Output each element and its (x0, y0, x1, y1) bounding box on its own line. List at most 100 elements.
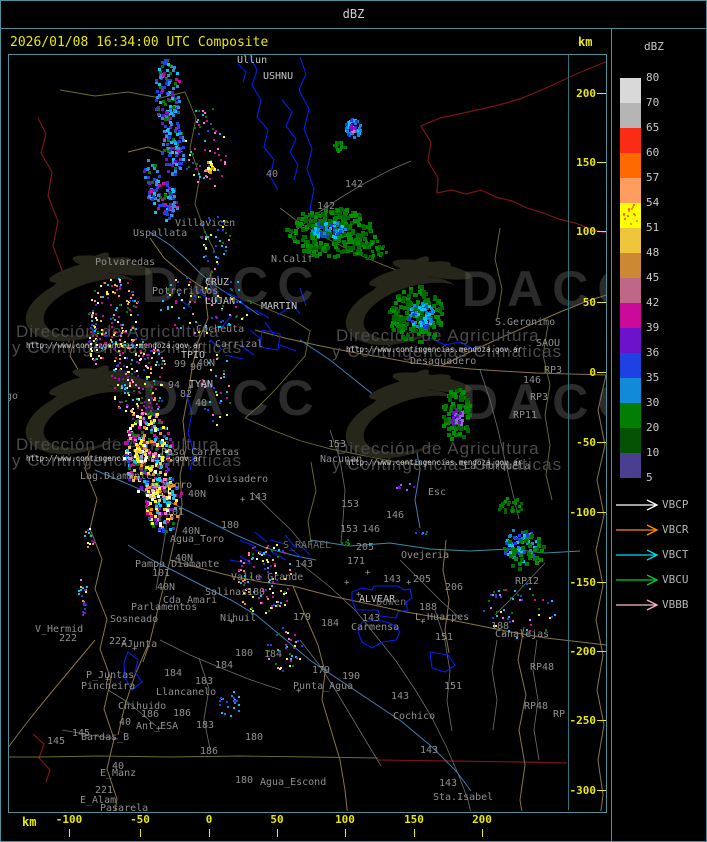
right-axis-label: 50 (582, 296, 596, 309)
colorbar-speckle (626, 214, 629, 217)
colorbar-segment (620, 103, 641, 128)
vector-legend-row: VBCU (614, 572, 706, 586)
bottom-axis-tick (482, 829, 483, 837)
colorbar-label: 48 (646, 246, 660, 259)
bottom-axis-tick (277, 829, 278, 837)
right-axis-label: -50 (576, 436, 596, 449)
colorbar-speckle (623, 213, 626, 216)
colorbar-label: 39 (646, 321, 660, 334)
colorbar-label: 45 (646, 271, 660, 284)
right-axis-label: -100 (569, 506, 597, 519)
colorbar-label: 10 (646, 446, 660, 459)
right-axis-label: 0 (589, 366, 596, 379)
right-axis-label: -250 (569, 714, 597, 727)
colorbar-label: 54 (646, 196, 660, 209)
bottom-axis-label: 150 (404, 813, 424, 826)
colorbar-label: 70 (646, 96, 660, 109)
bottom-axis-label: -100 (55, 813, 83, 826)
vector-label: VBCU (662, 573, 689, 586)
colorbar-segment (620, 153, 641, 178)
colorbar-segment (620, 303, 641, 328)
colorbar-segment (620, 428, 641, 453)
colorbar-label: 36 (646, 346, 660, 359)
colorbar-speckle (628, 210, 631, 213)
colorbar-label: 60 (646, 146, 660, 159)
colorbar-segment (620, 328, 641, 353)
right-axis-unit: km (578, 35, 593, 49)
right-axis-label: -300 (569, 784, 597, 797)
vector-legend-row: VBBB (614, 597, 706, 611)
panel-divider (611, 28, 612, 842)
bottom-axis-label: 50 (270, 813, 284, 826)
colorbar-label: 30 (646, 396, 660, 409)
colorbar-segment (620, 403, 641, 428)
graticule-line (568, 55, 569, 810)
colorbar-label: 35 (646, 371, 660, 384)
bottom-axis-label: 0 (205, 813, 213, 826)
right-axis-tick (597, 372, 606, 373)
map-frame (8, 54, 607, 813)
colorbar-speckle (633, 212, 636, 215)
right-axis-tick (597, 790, 606, 791)
colorbar-segment (620, 453, 641, 478)
colorbar-label: 57 (646, 171, 660, 184)
vector-legend-row: VBCR (614, 522, 706, 536)
vector-arrow-icon (616, 549, 659, 561)
right-axis-tick (597, 651, 606, 652)
right-axis-tick (597, 442, 606, 443)
right-axis-label: 100 (576, 225, 596, 238)
vector-arrow-icon (616, 524, 659, 536)
right-axis-tick (597, 512, 606, 513)
colorbar-label: 5 (646, 471, 653, 484)
colorbar-speckle (634, 214, 637, 217)
right-axis-tick (597, 93, 606, 94)
bottom-axis-tick (345, 829, 346, 837)
vector-arrow-icon (616, 574, 659, 586)
right-axis-tick (597, 162, 606, 163)
colorbar-segment (620, 378, 641, 403)
vector-label: VBCT (662, 548, 689, 561)
right-axis-tick (597, 582, 606, 583)
right-axis-tick (597, 302, 606, 303)
bottom-axis-tick (414, 829, 415, 837)
right-axis-label: -200 (569, 645, 597, 658)
vector-label: VBCR (662, 523, 689, 536)
colorbar-segment (620, 253, 641, 278)
timestamp-label: 2026/01/08 16:34:00 UTC Composite (10, 35, 269, 50)
vector-legend-row: VBCP (614, 497, 706, 511)
colorbar-segment (620, 128, 641, 153)
vector-legend-row: VBCT (614, 547, 706, 561)
colorbar-label: 20 (646, 421, 660, 434)
vector-arrow-icon (616, 499, 659, 511)
bottom-axis-unit: km (22, 815, 37, 829)
colorbar-segment (620, 78, 641, 103)
bottom-axis-tick (69, 829, 70, 837)
colorbar-segment (620, 178, 641, 203)
bottom-axis-tick (209, 829, 210, 837)
bottom-axis-label: 200 (472, 813, 492, 826)
colorbar-speckle (628, 207, 631, 210)
colorbar-segment (620, 353, 641, 378)
title-separator (0, 28, 707, 29)
colorbar-speckle (632, 203, 635, 206)
vector-label: VBCP (662, 498, 689, 511)
colorbar-label: 65 (646, 121, 660, 134)
right-axis-label: -150 (569, 576, 597, 589)
colorbar-speckle (635, 219, 638, 222)
colorbar-label: 42 (646, 296, 660, 309)
radar-app-window: { "window": { "title": "dBZ", "timestamp… (0, 0, 707, 842)
colorbar-segment (620, 278, 641, 303)
right-axis-label: 150 (576, 156, 596, 169)
colorbar-speckle (629, 223, 632, 226)
right-axis-tick (597, 231, 606, 232)
bottom-axis-tick (140, 829, 141, 837)
colorbar-speckle (631, 206, 634, 209)
right-axis-label: 200 (576, 87, 596, 100)
colorbar-title: dBZ (644, 40, 664, 53)
window-title: dBZ (342, 7, 365, 21)
vector-label: VBBB (662, 598, 689, 611)
bottom-axis-label: 100 (335, 813, 355, 826)
colorbar-label: 51 (646, 221, 660, 234)
colorbar-segment (620, 228, 641, 253)
right-axis-tick (597, 720, 606, 721)
